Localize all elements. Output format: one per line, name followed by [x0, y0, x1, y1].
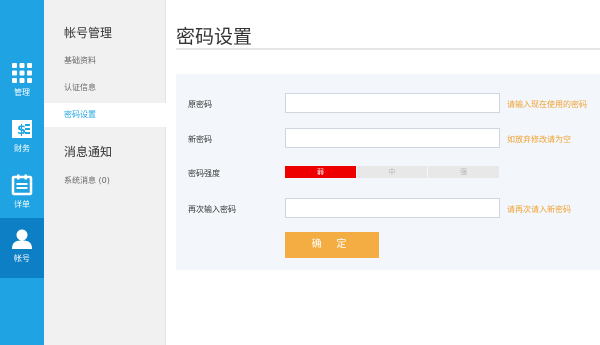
grid-icon: [11, 62, 33, 84]
message-notification-heading: 消息通知: [64, 145, 113, 159]
new-password-hint: 如放弃修改请为空: [507, 135, 571, 144]
rail-item-details[interactable]: 详单: [0, 164, 44, 224]
rail-label-finance: 财务: [14, 144, 30, 153]
rail-item-finance[interactable]: $ 财务: [0, 108, 44, 168]
strength-weak: 弱: [285, 166, 356, 178]
password-strength-meter: 弱 中 强: [285, 166, 500, 178]
subnav-item-basic-info[interactable]: 基础资料: [44, 49, 166, 73]
rail-item-manage[interactable]: 管理: [0, 52, 44, 112]
repeat-password-input[interactable]: [285, 198, 500, 218]
title-divider: [176, 48, 600, 50]
finance-icon: $: [11, 118, 33, 140]
svg-text:$: $: [17, 123, 26, 138]
strength-medium: 中: [356, 166, 428, 178]
subnav-item-system-messages[interactable]: 系统消息 (0): [44, 169, 166, 193]
secondary-nav: 帐号管理 基础资料 认证信息 密码设置 消息通知 系统消息 (0): [44, 0, 166, 345]
old-password-label: 原密码: [188, 100, 212, 109]
strength-strong: 强: [428, 166, 500, 178]
repeat-password-hint: 请再次请入新密码: [507, 205, 571, 214]
repeat-password-label: 再次输入密码: [188, 205, 236, 214]
rail-item-account[interactable]: 帐号: [0, 218, 44, 278]
old-password-input[interactable]: [285, 93, 500, 113]
user-icon: [11, 228, 33, 250]
subnav-item-password-settings[interactable]: 密码设置: [44, 103, 166, 127]
main-content: 密码设置 原密码 请输入现在使用的密码 新密码 如放弃修改请为空 密码强度 弱 …: [166, 0, 600, 345]
account-management-heading: 帐号管理: [64, 26, 113, 40]
page-title: 密码设置: [176, 26, 253, 48]
icon-rail: 管理 $ 财务 详单 帐号: [0, 0, 44, 345]
password-strength-label: 密码强度: [188, 169, 220, 178]
new-password-label: 新密码: [188, 135, 212, 144]
rail-label-manage: 管理: [14, 88, 30, 97]
rail-label-account: 帐号: [14, 254, 30, 263]
confirm-button[interactable]: 确 定: [285, 232, 379, 258]
subnav-item-verification[interactable]: 认证信息: [44, 76, 166, 100]
old-password-hint: 请输入现在使用的密码: [507, 100, 587, 109]
list-icon: [11, 174, 33, 196]
new-password-input[interactable]: [285, 128, 500, 148]
password-form-panel: 原密码 请输入现在使用的密码 新密码 如放弃修改请为空 密码强度 弱 中 强 再…: [176, 74, 600, 270]
rail-label-details: 详单: [14, 200, 30, 209]
